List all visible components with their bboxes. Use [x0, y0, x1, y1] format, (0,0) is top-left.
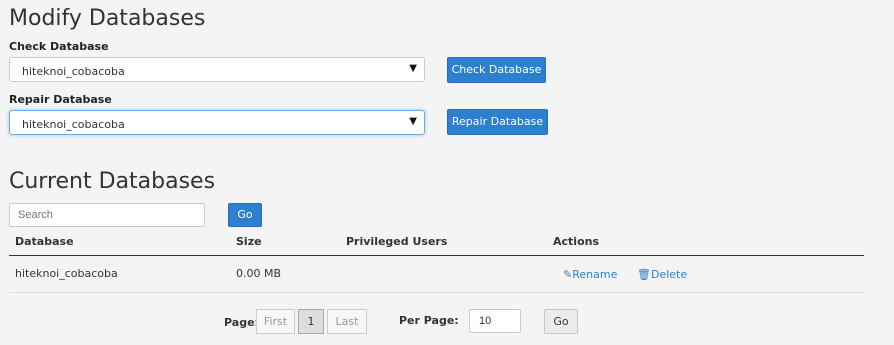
repair-database-selected-value: hiteknoi_cobacoba [22, 118, 125, 131]
caret-down-icon: ▼ [409, 63, 417, 74]
database-size-cell: 0.00 MB [236, 267, 282, 280]
table-row-divider [9, 292, 864, 293]
per-page-go-button[interactable]: Go [544, 309, 578, 334]
search-input[interactable] [9, 203, 205, 227]
current-databases-title: Current Databases [9, 169, 216, 194]
trash-icon: 🗑 [637, 268, 651, 281]
current-page-button[interactable]: 1 [298, 309, 324, 334]
per-page-input[interactable] [469, 309, 521, 333]
first-page-button[interactable]: First [256, 309, 295, 334]
column-header-privileged-users: Privileged Users [346, 235, 448, 248]
column-header-size[interactable]: Size [236, 235, 262, 248]
column-header-database[interactable]: Database [15, 235, 74, 248]
column-header-actions: Actions [553, 235, 599, 248]
repair-database-select[interactable]: hiteknoi_cobacoba ▼ [9, 110, 425, 135]
search-go-button[interactable]: Go [228, 203, 262, 227]
last-page-button[interactable]: Last [327, 309, 367, 334]
page-label: Page: [224, 316, 259, 329]
delete-label: Delete [650, 268, 688, 281]
database-name-cell: hiteknoi_cobacoba [15, 267, 118, 280]
pencil-icon: ✎ [563, 268, 573, 281]
per-page-label: Per Page: [399, 314, 459, 327]
caret-down-icon: ▼ [409, 116, 417, 127]
modify-databases-title: Modify Databases [9, 6, 206, 31]
check-database-button[interactable]: Check Database [447, 57, 546, 83]
rename-link[interactable]: ✎Rename [563, 268, 617, 281]
check-database-selected-value: hiteknoi_cobacoba [22, 65, 125, 78]
rename-label: Rename [572, 268, 618, 281]
table-row: hiteknoi_cobacoba 0.00 MB ✎Rename 🗑Delet… [9, 256, 864, 292]
repair-database-button[interactable]: Repair Database [447, 109, 548, 135]
check-database-label: Check Database [9, 40, 109, 53]
delete-link[interactable]: 🗑Delete [637, 268, 687, 281]
repair-database-label: Repair Database [9, 93, 112, 106]
check-database-select[interactable]: hiteknoi_cobacoba ▼ [9, 57, 425, 82]
